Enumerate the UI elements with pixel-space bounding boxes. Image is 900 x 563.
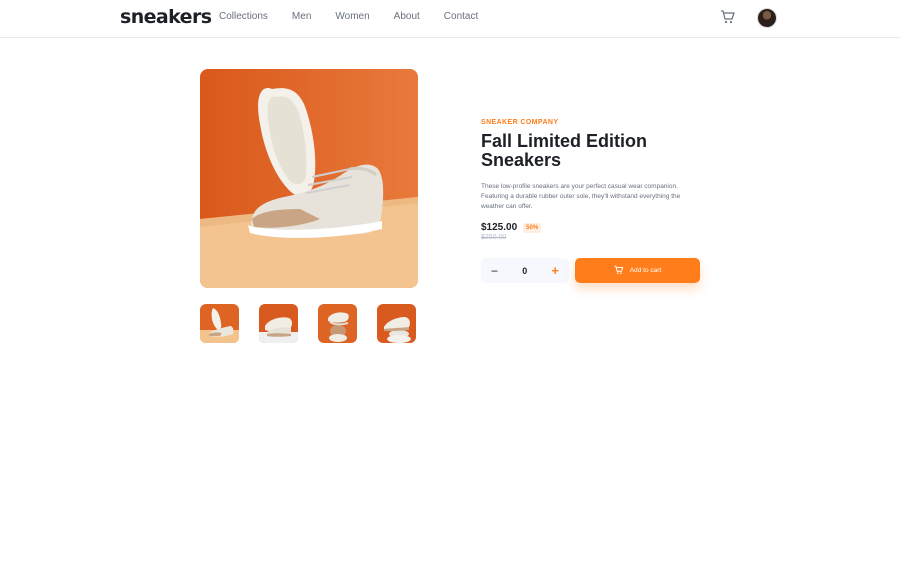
decrease-quantity-button[interactable]: −: [491, 265, 498, 277]
product-thumbnail-1[interactable]: [200, 304, 239, 343]
thumbnail-strip: [200, 304, 416, 343]
main-nav: Collections Men Women About Contact: [219, 11, 478, 22]
cart-icon: [614, 262, 624, 280]
nav-men[interactable]: Men: [292, 11, 311, 22]
price-row: $125.00 50%: [481, 222, 711, 233]
increase-quantity-button[interactable]: +: [551, 264, 559, 277]
nav-women[interactable]: Women: [335, 11, 369, 22]
cart-actions: − 0 + Add to cart: [481, 258, 700, 283]
product-description: These low-profile sneakers are your perf…: [481, 183, 681, 210]
quantity-value: 0: [522, 265, 528, 276]
avatar[interactable]: [757, 8, 777, 28]
original-price: $250.00: [481, 234, 507, 241]
cart-icon[interactable]: [720, 9, 736, 25]
discount-badge: 50%: [523, 222, 542, 233]
quantity-stepper: − 0 +: [481, 258, 569, 283]
product-main-image[interactable]: [200, 69, 418, 288]
product-thumbnail-2[interactable]: [259, 304, 298, 343]
logo[interactable]: sneakers: [120, 6, 212, 28]
nav-collections[interactable]: Collections: [219, 11, 268, 22]
add-to-cart-button[interactable]: Add to cart: [575, 258, 700, 283]
nav-about[interactable]: About: [394, 11, 420, 22]
product-title: Fall Limited Edition Sneakers: [481, 131, 647, 170]
product-thumbnail-4[interactable]: [377, 304, 416, 343]
current-price: $125.00: [481, 222, 518, 233]
product-thumbnail-3[interactable]: [318, 304, 357, 343]
site-header: sneakers Collections Men Women About Con…: [0, 0, 900, 38]
nav-contact[interactable]: Contact: [444, 11, 478, 22]
company-name: SNEAKER COMPANY: [481, 119, 559, 126]
add-to-cart-label: Add to cart: [629, 267, 662, 274]
product-info: SNEAKER COMPANY Fall Limited Edition Sne…: [481, 119, 711, 241]
